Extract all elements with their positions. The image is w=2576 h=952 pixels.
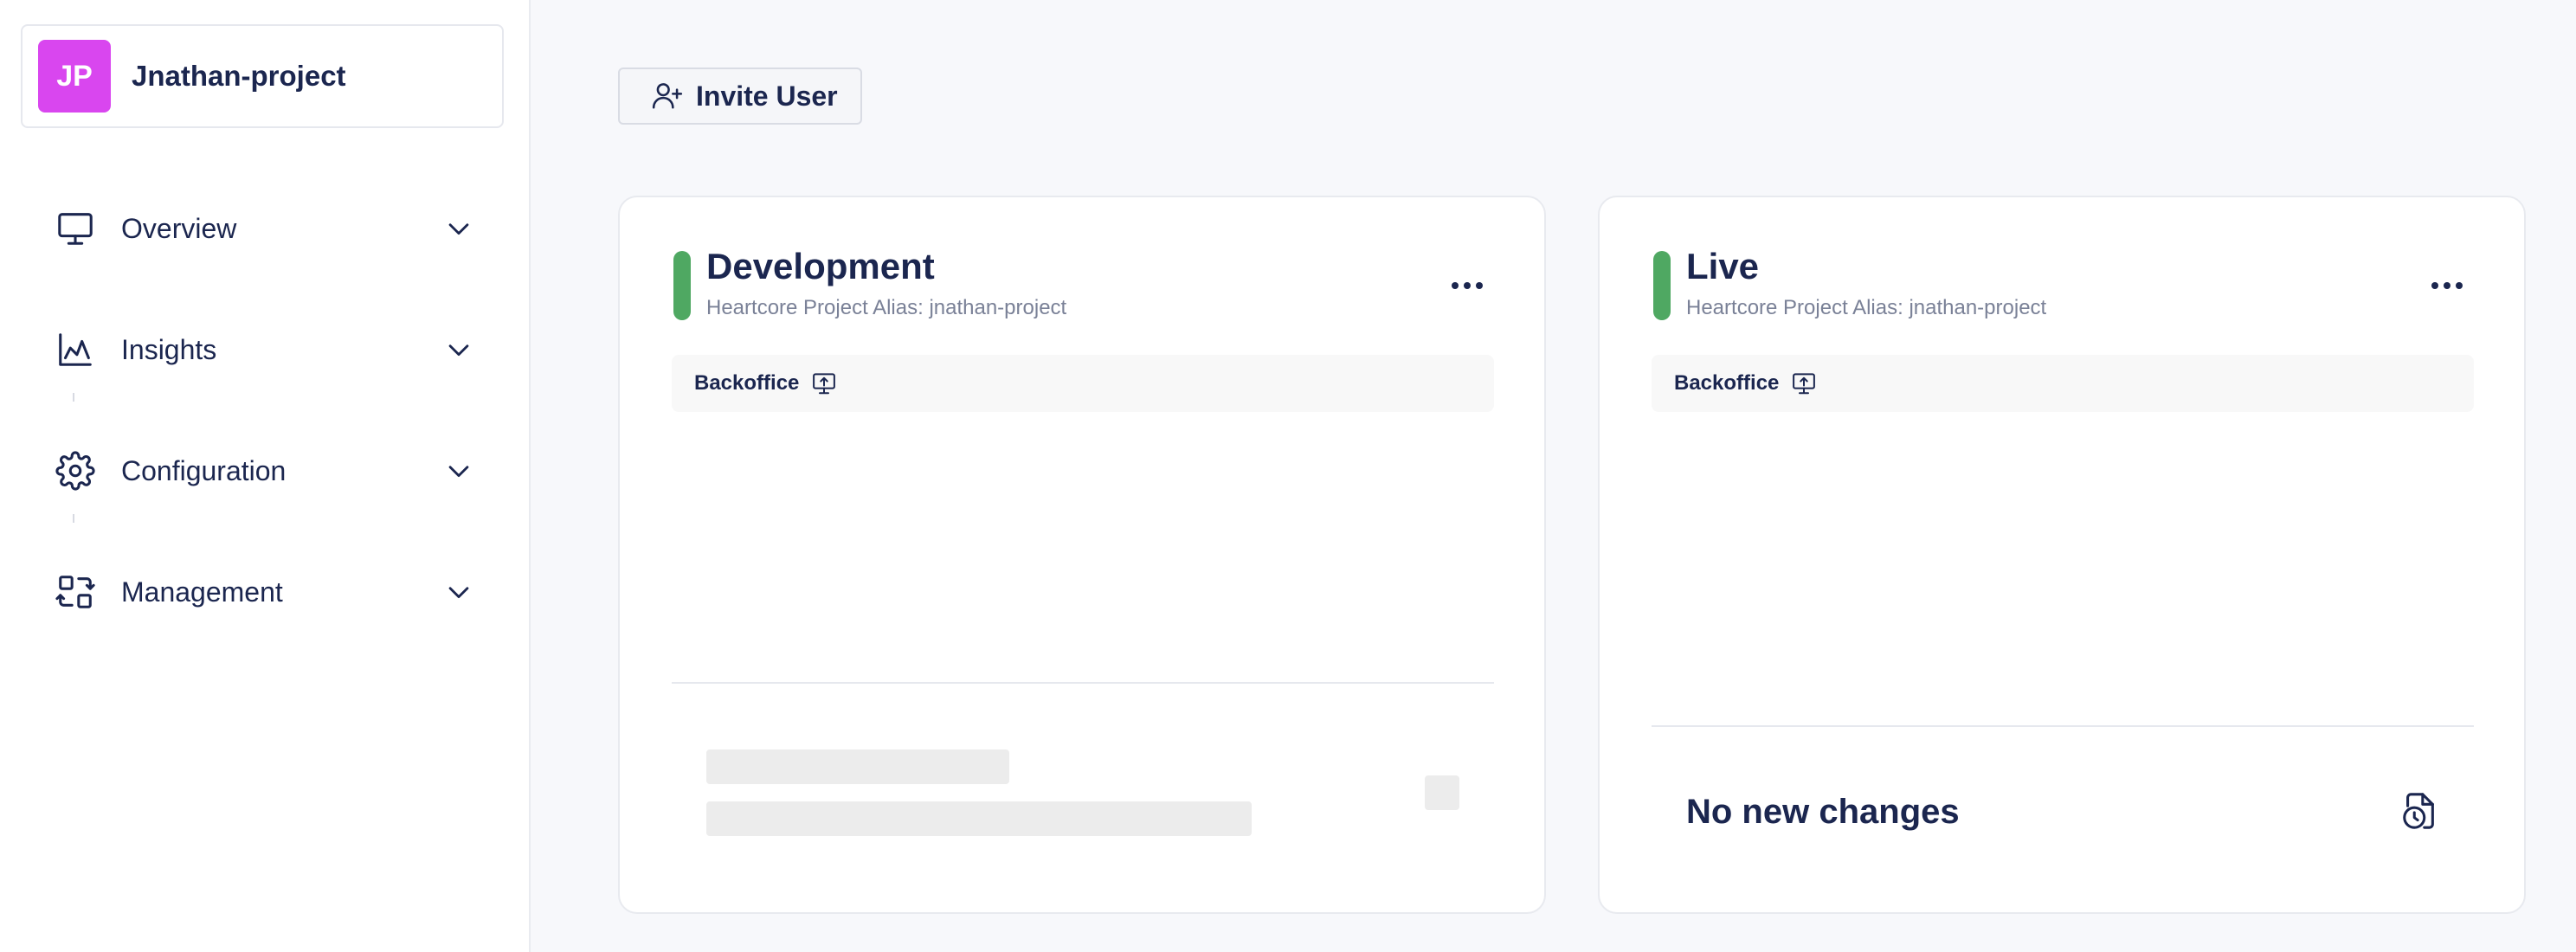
sidebar-item-label: Overview <box>121 212 237 244</box>
more-options-button[interactable] <box>1446 268 1489 303</box>
sidebar-item-label: Insights <box>121 333 217 365</box>
sidebar-item-overview[interactable]: Overview <box>52 197 476 260</box>
sidebar-item-management[interactable]: Management <box>52 561 476 623</box>
nav-divider-tick <box>73 514 74 523</box>
sidebar: JP Jnathan-project Overview Insights Con… <box>0 0 531 952</box>
chart-icon <box>52 326 99 373</box>
skeleton-line <box>706 749 1009 784</box>
backoffice-label: Backoffice <box>694 371 800 395</box>
history-button[interactable] <box>2398 789 2441 833</box>
environment-card-development: Development Heartcore Project Alias: jna… <box>618 196 1546 914</box>
chevron-down-icon[interactable] <box>441 453 476 488</box>
project-switcher[interactable]: JP Jnathan-project <box>21 24 504 128</box>
invite-user-button[interactable]: Invite User <box>618 68 862 125</box>
project-name: Jnathan-project <box>132 60 346 92</box>
environment-title: Development <box>706 246 935 286</box>
file-clock-icon <box>2403 793 2434 829</box>
environment-alias: Heartcore Project Alias: jnathan-project <box>1686 296 2047 319</box>
backoffice-label: Backoffice <box>1674 371 1780 395</box>
card-divider <box>1652 725 2474 727</box>
environment-card-live: Live Heartcore Project Alias: jnathan-pr… <box>1598 196 2526 914</box>
skeleton-icon <box>1425 775 1459 810</box>
sidebar-item-label: Configuration <box>121 454 287 486</box>
chevron-down-icon[interactable] <box>441 332 476 367</box>
monitor-upload-icon <box>1793 373 1816 395</box>
card-divider <box>672 682 1494 684</box>
project-avatar: JP <box>38 40 111 113</box>
status-indicator <box>673 251 691 320</box>
management-icon <box>52 569 99 615</box>
app-root: JP Jnathan-project Overview Insights Con… <box>0 0 2576 952</box>
backoffice-link[interactable]: Backoffice <box>1652 355 2474 412</box>
sidebar-item-label: Management <box>121 576 283 608</box>
invite-user-label: Invite User <box>696 80 838 112</box>
monitor-upload-icon <box>813 373 836 395</box>
environment-title: Live <box>1686 246 1760 286</box>
sidebar-item-configuration[interactable]: Configuration <box>52 440 476 502</box>
chevron-down-icon[interactable] <box>441 211 476 246</box>
nav-divider-tick <box>73 393 74 402</box>
chevron-down-icon[interactable] <box>441 575 476 609</box>
backoffice-link[interactable]: Backoffice <box>672 355 1494 412</box>
more-horizontal-icon <box>2431 282 2463 289</box>
sidebar-item-insights[interactable]: Insights <box>52 318 476 381</box>
more-horizontal-icon <box>1452 282 1483 289</box>
user-plus-icon <box>651 79 684 114</box>
environment-alias: Heartcore Project Alias: jnathan-project <box>706 296 1067 319</box>
more-options-button[interactable] <box>2425 268 2469 303</box>
gear-icon <box>52 447 99 494</box>
changes-status: No new changes <box>1686 793 1960 831</box>
monitor-icon <box>52 205 99 252</box>
skeleton-line <box>706 801 1252 836</box>
status-indicator <box>1653 251 1671 320</box>
